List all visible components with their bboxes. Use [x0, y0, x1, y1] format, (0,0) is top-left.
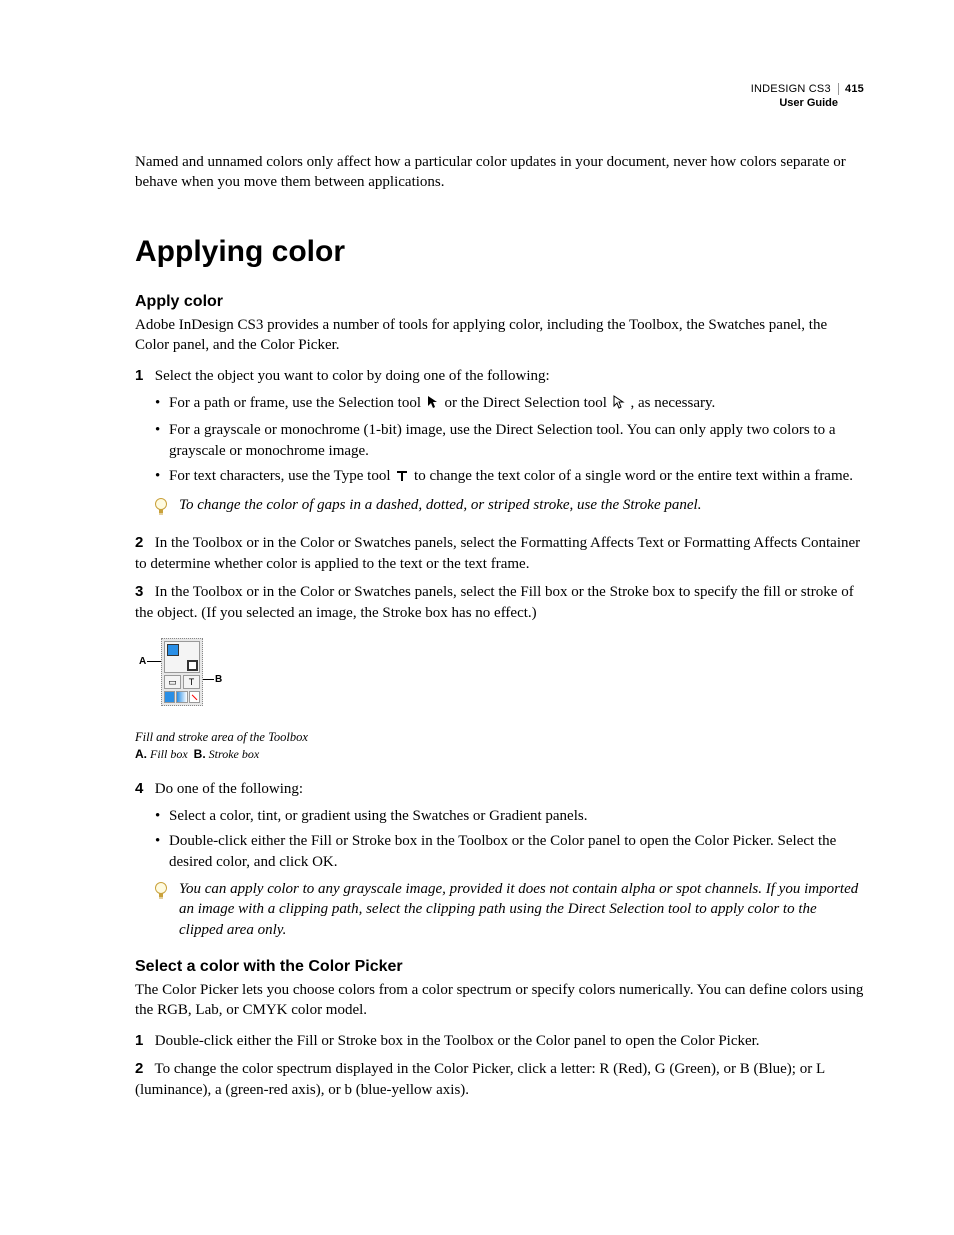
bullet-swatches-gradient: Select a color, tint, or gradient using …	[155, 806, 864, 827]
figure-callout-a: A	[139, 656, 146, 667]
doc-type: User Guide	[751, 96, 864, 110]
step-number: 2	[135, 1058, 151, 1079]
figure-caption: Fill and stroke area of the Toolbox	[135, 730, 864, 745]
figure-legend: A. Fill box B. Stroke box	[135, 747, 864, 762]
step-1: 1 Select the object you want to color by…	[135, 365, 864, 387]
formatting-text-icon: T	[183, 675, 200, 689]
page-number: 415	[838, 83, 864, 95]
step4-bullets: Select a color, tint, or gradient using …	[135, 806, 864, 873]
subhead-apply-color: Apply color	[135, 293, 864, 311]
stroke-box-icon	[187, 660, 198, 671]
step-number: 3	[135, 581, 151, 602]
running-header: INDESIGN CS3 415 User Guide	[751, 82, 864, 111]
step-3: 3 In the Toolbox or in the Color or Swat…	[135, 581, 864, 624]
tip-grayscale-image: You can apply color to any grayscale ima…	[153, 879, 864, 940]
tip-text: You can apply color to any grayscale ima…	[179, 879, 864, 940]
lightbulb-icon	[153, 497, 169, 522]
figure-callout-b: B	[215, 674, 222, 685]
step-number: 4	[135, 778, 151, 799]
section-heading: Applying color	[135, 235, 864, 269]
subhead-color-picker: Select a color with the Color Picker	[135, 958, 864, 976]
bullet-path-frame: For a path or frame, use the Selection t…	[155, 393, 864, 416]
type-tool-icon	[396, 468, 408, 489]
lead-paragraph: The Color Picker lets you choose colors …	[135, 980, 864, 1021]
apply-color-icon	[164, 691, 175, 703]
fill-box-icon	[167, 644, 179, 656]
step-text: To change the color spectrum displayed i…	[135, 1061, 825, 1098]
step-text: Double-click either the Fill or Stroke b…	[155, 1033, 760, 1049]
step-text: Select the object you want to color by d…	[155, 368, 550, 384]
product-name: INDESIGN CS3	[751, 83, 831, 95]
step-text: In the Toolbox or in the Color or Swatch…	[135, 535, 860, 572]
bullet-text-characters: For text characters, use the Type tool t…	[155, 466, 864, 489]
lightbulb-icon	[153, 881, 169, 906]
figure-toolbox-fill-stroke: A B ▭ T	[135, 638, 864, 726]
step1-bullets: For a path or frame, use the Selection t…	[135, 393, 864, 489]
picker-step-2: 2 To change the color spectrum displayed…	[135, 1058, 864, 1101]
tip-stroke-panel: To change the color of gaps in a dashed,…	[153, 495, 864, 522]
lead-paragraph: Adobe InDesign CS3 provides a number of …	[135, 315, 864, 356]
step-number: 1	[135, 365, 151, 386]
apply-none-icon	[189, 691, 200, 703]
picker-step-1: 1 Double-click either the Fill or Stroke…	[135, 1030, 864, 1052]
step-number: 2	[135, 532, 151, 553]
step-text: Do one of the following:	[155, 781, 303, 797]
step-text: In the Toolbox or in the Color or Swatch…	[135, 584, 854, 621]
step-2: 2 In the Toolbox or in the Color or Swat…	[135, 532, 864, 575]
bullet-grayscale: For a grayscale or monochrome (1-bit) im…	[155, 420, 864, 462]
direct-selection-tool-icon	[613, 395, 625, 416]
toolbox-graphic: ▭ T	[161, 638, 203, 706]
step-number: 1	[135, 1030, 151, 1051]
tip-text: To change the color of gaps in a dashed,…	[179, 495, 701, 515]
step-4: 4 Do one of the following:	[135, 778, 864, 800]
formatting-container-icon: ▭	[164, 675, 181, 689]
intro-paragraph: Named and unnamed colors only affect how…	[135, 152, 864, 193]
apply-gradient-icon	[176, 691, 187, 703]
bullet-color-picker: Double-click either the Fill or Stroke b…	[155, 831, 864, 873]
selection-tool-icon	[427, 395, 439, 416]
